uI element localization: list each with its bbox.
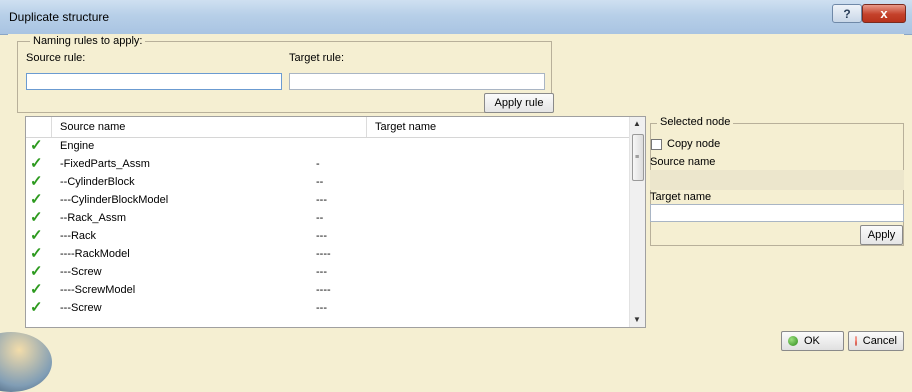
tree-row[interactable]: ✓ --CylinderBlock -- (26, 173, 629, 191)
row-target-name: --- (316, 230, 327, 242)
window-title: Duplicate structure (9, 10, 110, 24)
checkmark-icon: ✓ (30, 227, 43, 244)
target-name-input[interactable] (650, 204, 904, 222)
tree-header: Source name Target name (26, 117, 629, 138)
structure-tree[interactable]: Source name Target name ✓ Engine ✓ -FixedPa… (25, 116, 646, 328)
row-source-name: ---Screw (60, 302, 102, 314)
close-icon: x (880, 6, 888, 21)
source-rule-label: Source rule: (26, 52, 86, 64)
tree-row[interactable]: ✓ Engine (26, 137, 629, 155)
checkmark-icon: ✓ (30, 281, 43, 298)
tree-scrollbar[interactable]: ▲ ≡ ▼ (629, 117, 645, 327)
row-target-name: ---- (316, 248, 331, 260)
tree-row[interactable]: ✓ ----ScrewModel ---- (26, 281, 629, 299)
row-source-name: -FixedParts_Assm (60, 158, 150, 170)
row-source-name: --Rack_Assm (60, 212, 127, 224)
ok-label: OK (804, 335, 820, 347)
ok-button[interactable]: OK (781, 331, 844, 351)
tree-row[interactable]: ✓ ----RackModel ---- (26, 245, 629, 263)
ok-icon (788, 336, 798, 346)
scroll-up-icon[interactable]: ▲ (633, 119, 641, 128)
target-name-label: Target name (650, 191, 712, 203)
row-source-name: ----RackModel (60, 248, 130, 260)
help-icon: ? (843, 6, 851, 21)
checkmark-icon: ✓ (30, 263, 43, 280)
tree-row[interactable]: ✓ --Rack_Assm -- (26, 209, 629, 227)
row-target-name: -- (316, 176, 324, 188)
row-source-name: ----ScrewModel (60, 284, 136, 296)
tree-rows: ✓ Engine ✓ -FixedParts_Assm - ✓ --CylinderBloc… (26, 137, 629, 317)
tree-row[interactable]: ✓ ---Screw --- (26, 263, 629, 281)
checkmark-icon: ✓ (30, 173, 43, 190)
checkmark-icon: ✓ (30, 245, 43, 262)
tree-row[interactable]: ✓ -FixedParts_Assm - (26, 155, 629, 173)
row-target-name: --- (316, 302, 327, 314)
row-source-name: ---Screw (60, 266, 102, 278)
help-button[interactable]: ? (832, 4, 862, 23)
source-name-label: Source name (650, 156, 716, 168)
row-target-name: ---- (316, 284, 331, 296)
row-source-name: --CylinderBlock (60, 176, 135, 188)
naming-rules-legend: Naming rules to apply: (30, 35, 146, 47)
tree-row[interactable]: ✓ ---Screw --- (26, 299, 629, 317)
row-target-name: --- (316, 194, 327, 206)
checkmark-icon: ✓ (30, 137, 43, 154)
close-button[interactable]: x (862, 4, 906, 23)
cancel-label: Cancel (862, 335, 897, 347)
target-rule-input[interactable] (289, 73, 545, 90)
target-rule-label: Target rule: (289, 52, 345, 64)
cancel-icon (855, 336, 857, 346)
source-rule-input[interactable] (26, 73, 282, 90)
checkmark-icon: ✓ (30, 209, 43, 226)
row-target-name: --- (316, 266, 327, 278)
source-name-field (650, 170, 904, 190)
scroll-grip-icon: ≡ (635, 154, 639, 161)
apply-button[interactable]: Apply (860, 225, 903, 245)
tree-row[interactable]: ✓ ---CylinderBlockModel --- (26, 191, 629, 209)
checkmark-icon: ✓ (30, 155, 43, 172)
checkmark-icon: ✓ (30, 299, 43, 316)
dialog-body: Naming rules to apply: Source rule: Targ… (8, 34, 904, 364)
checkmark-icon: ✓ (30, 191, 43, 208)
copy-node-label: Copy node (667, 138, 721, 150)
column-separator (51, 117, 52, 137)
column-separator (366, 117, 367, 137)
row-source-name: ---CylinderBlockModel (60, 194, 169, 206)
apply-rule-button[interactable]: Apply rule (484, 93, 554, 113)
column-header-source[interactable]: Source name (60, 121, 125, 133)
row-target-name: -- (316, 212, 324, 224)
title-bar: Duplicate structure ? x (0, 0, 912, 35)
column-header-target[interactable]: Target name (375, 121, 436, 133)
row-source-name: Engine (60, 140, 95, 152)
copy-node-checkbox[interactable] (651, 139, 662, 150)
row-target-name: - (316, 158, 320, 170)
tree-row[interactable]: ✓ ---Rack --- (26, 227, 629, 245)
row-source-name: ---Rack (60, 230, 97, 242)
selected-node-legend: Selected node (657, 116, 734, 128)
cancel-button[interactable]: Cancel (848, 331, 904, 351)
scroll-down-icon[interactable]: ▼ (633, 315, 641, 324)
